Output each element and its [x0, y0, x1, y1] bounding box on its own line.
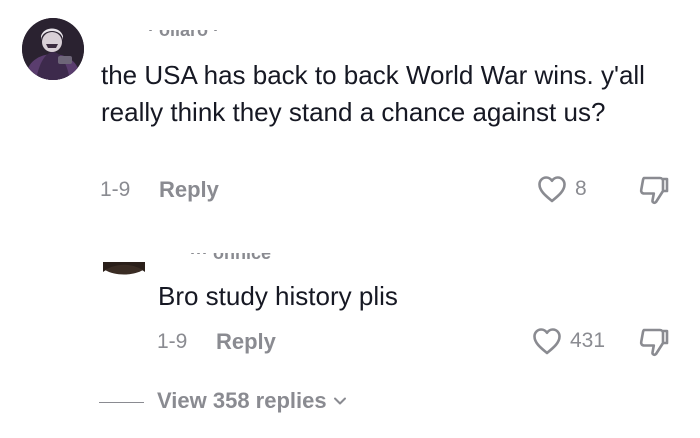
- heart-outline-icon: [538, 176, 566, 203]
- heart-outline-icon: [533, 328, 561, 355]
- avatar-image: [103, 262, 145, 275]
- reply-button[interactable]: Reply: [159, 177, 219, 203]
- thumbs-down-outline-icon: [639, 328, 669, 357]
- view-replies-label: View 358 replies: [157, 388, 327, 413]
- like-button[interactable]: 8: [537, 175, 587, 203]
- reply-reply-button[interactable]: Reply: [216, 329, 276, 355]
- reply-like-button[interactable]: 431: [532, 327, 605, 355]
- chevron-down-icon: [333, 397, 346, 405]
- comment-text: the USA has back to back World War wins.…: [101, 60, 645, 127]
- replies-divider: [99, 402, 144, 403]
- thumbs-down-outline-icon: [639, 176, 669, 205]
- avatar-image: [22, 18, 84, 80]
- comment-date: 1-9: [100, 178, 131, 201]
- like-count: 8: [575, 177, 587, 200]
- reply-text: Bro study history plis: [158, 281, 398, 311]
- dislike-button[interactable]: [638, 175, 670, 210]
- reply-username[interactable]: ··· ohnice: [190, 253, 295, 265]
- reply-like-count: 431: [570, 329, 606, 352]
- reply-date: 1-9: [157, 330, 188, 353]
- commenter-avatar[interactable]: [22, 18, 84, 80]
- view-replies-button[interactable]: View 358 replies: [157, 388, 347, 414]
- comment-username[interactable]: · ollaro ·: [148, 30, 268, 42]
- reply-avatar[interactable]: [103, 262, 145, 284]
- reply-dislike-button[interactable]: [638, 327, 670, 362]
